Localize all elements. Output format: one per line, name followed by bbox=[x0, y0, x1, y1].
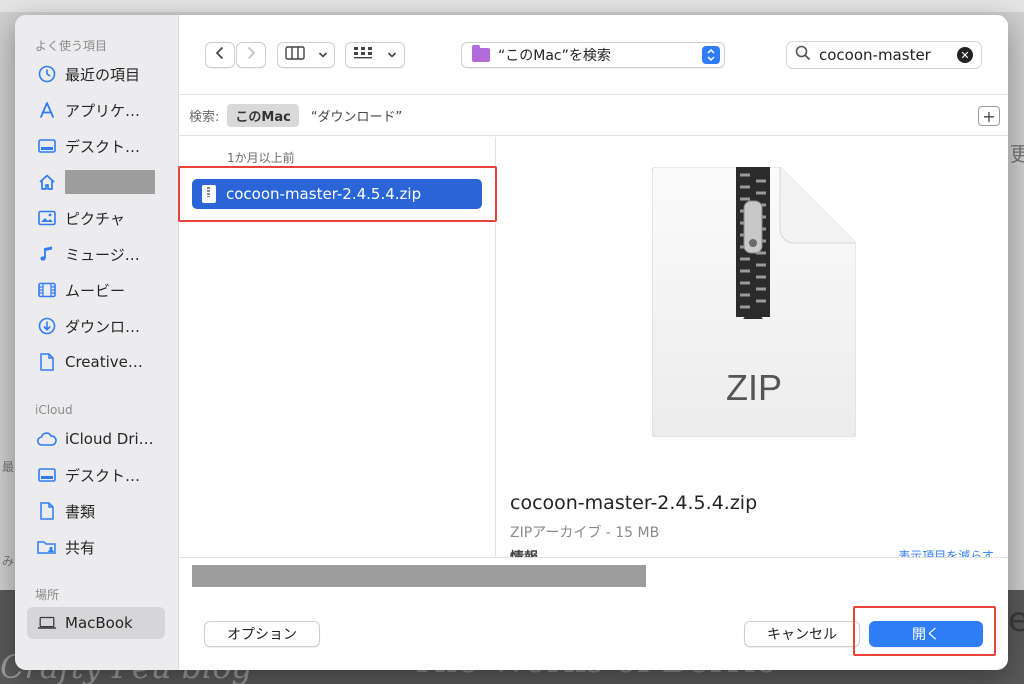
redacted-username bbox=[65, 170, 155, 194]
home-icon bbox=[37, 172, 57, 192]
sidebar-item-applications[interactable]: アプリケ… bbox=[27, 94, 165, 126]
sidebar-item-music[interactable]: ミュージ… bbox=[27, 238, 165, 270]
cloud-icon bbox=[37, 429, 57, 449]
chevron-left-icon bbox=[215, 46, 225, 64]
sidebar-item-label: MacBook bbox=[65, 614, 133, 632]
sidebar-item-documents[interactable]: 書類 bbox=[27, 495, 165, 527]
document-icon bbox=[37, 352, 57, 372]
forward-button[interactable] bbox=[236, 42, 266, 68]
clock-icon bbox=[37, 64, 57, 84]
location-popup[interactable]: “このMac”を検索 bbox=[461, 42, 725, 68]
sidebar-section-favorites: よく使う項目 bbox=[35, 39, 108, 53]
path-divider bbox=[179, 557, 1008, 558]
preview-info-heading: 情報 bbox=[510, 547, 538, 557]
columns-view-icon bbox=[284, 46, 305, 64]
zip-icon-label: ZIP bbox=[725, 367, 782, 408]
sidebar-item-label: デスクト… bbox=[65, 466, 141, 485]
apps-icon bbox=[37, 100, 57, 120]
background-fragment: 更 bbox=[1010, 142, 1024, 166]
results-group-header: 1か月以上前 bbox=[227, 151, 295, 165]
preview-file-kind: ZIPアーカイブ - 15 MB bbox=[510, 525, 660, 541]
sidebar-item-recents[interactable]: 最近の項目 bbox=[27, 58, 165, 90]
scope-label: 検索: bbox=[189, 110, 220, 125]
cancel-button[interactable]: キャンセル bbox=[744, 621, 860, 647]
chevron-right-icon bbox=[246, 46, 256, 64]
smart-folder-icon bbox=[472, 45, 490, 62]
scope-downloads[interactable]: “ダウンロード” bbox=[311, 106, 402, 125]
zip-archive-icon: ZIP bbox=[651, 166, 857, 438]
shared-folder-icon bbox=[37, 537, 57, 557]
desktop-icon bbox=[37, 465, 57, 485]
redacted-path-bar bbox=[192, 565, 646, 587]
sidebar-item-desktop[interactable]: デスクト… bbox=[27, 130, 165, 162]
sidebar-item-label: Creative… bbox=[65, 353, 143, 371]
movies-icon bbox=[37, 280, 57, 300]
sidebar-item-icloud-drive[interactable]: iCloud Dri… bbox=[27, 423, 165, 455]
sidebar-item-label: 最近の項目 bbox=[65, 65, 141, 84]
sidebar-item-home[interactable] bbox=[27, 166, 165, 198]
sidebar-item-pictures[interactable]: ピクチャ bbox=[27, 202, 165, 234]
sidebar-item-label: ミュージ… bbox=[65, 245, 140, 264]
sidebar-section-locations: 場所 bbox=[35, 588, 60, 602]
clear-search-icon[interactable]: ✕ bbox=[957, 47, 973, 63]
sidebar-section-icloud: iCloud bbox=[35, 403, 73, 417]
desktop-icon bbox=[37, 136, 57, 156]
highlight-open-button bbox=[853, 606, 996, 656]
sidebar-item-label: ムービー bbox=[65, 281, 126, 300]
document-icon bbox=[37, 501, 57, 521]
preview-file-name: cocoon-master-2.4.5.4.zip bbox=[510, 492, 758, 514]
highlight-selected-file bbox=[178, 166, 497, 222]
sidebar-item-label: iCloud Dri… bbox=[65, 430, 154, 448]
background-fragment: み bbox=[2, 554, 15, 568]
sidebar-item-label: ピクチャ bbox=[65, 209, 125, 228]
background-fragment: e bbox=[1008, 600, 1024, 640]
sidebar-item-label: デスクト… bbox=[65, 137, 141, 156]
group-button[interactable] bbox=[345, 42, 405, 68]
background-fragment: 最 bbox=[2, 460, 15, 474]
background-topbar bbox=[0, 0, 1024, 12]
search-scope-bar: 検索: このMac “ダウンロード” + bbox=[179, 96, 1008, 136]
sidebar-item-downloads[interactable]: ダウンロ… bbox=[27, 310, 165, 342]
sidebar: よく使う項目 最近の項目 アプリケ… デスクト… ピクチャ ミュージ… ムービー… bbox=[15, 15, 179, 670]
grid-icon bbox=[353, 46, 373, 64]
stepper-arrows-icon bbox=[702, 46, 720, 64]
search-field[interactable]: cocoon-master ✕ bbox=[786, 41, 982, 69]
sidebar-item-icloud-desktop[interactable]: デスクト… bbox=[27, 459, 165, 491]
sidebar-item-label: アプリケ… bbox=[65, 101, 141, 120]
location-label: “このMac”を検索 bbox=[498, 48, 611, 64]
sidebar-item-label: 共有 bbox=[65, 538, 96, 557]
laptop-icon bbox=[37, 613, 57, 633]
search-input[interactable]: cocoon-master bbox=[819, 46, 931, 64]
open-file-dialog: よく使う項目 最近の項目 アプリケ… デスクト… ピクチャ ミュージ… ムービー… bbox=[15, 15, 1008, 670]
sidebar-item-macbook[interactable]: MacBook bbox=[27, 607, 165, 639]
download-icon bbox=[37, 316, 57, 336]
pictures-icon bbox=[37, 208, 57, 228]
toolbar: “このMac”を検索 cocoon-master ✕ bbox=[179, 15, 1008, 95]
plus-icon: + bbox=[982, 106, 996, 126]
view-mode-button[interactable] bbox=[277, 42, 335, 68]
chevron-down-icon bbox=[387, 47, 397, 63]
sidebar-item-movies[interactable]: ムービー bbox=[27, 274, 165, 306]
scope-this-mac[interactable]: このMac bbox=[227, 104, 299, 127]
add-criteria-button[interactable]: + bbox=[978, 106, 1000, 126]
sidebar-item-label: 書類 bbox=[65, 502, 96, 521]
search-icon bbox=[795, 45, 813, 65]
music-icon bbox=[37, 244, 57, 264]
chevron-down-icon bbox=[318, 47, 328, 63]
show-less-link[interactable]: 表示項目を減らす bbox=[898, 547, 994, 557]
sidebar-item-shared[interactable]: 共有 bbox=[27, 531, 165, 563]
sidebar-item-creative[interactable]: Creative… bbox=[27, 346, 165, 378]
preview-pane: ZIP cocoon-master-2.4.5.4.zip ZIPアーカイブ -… bbox=[497, 137, 1008, 557]
sidebar-item-label: ダウンロ… bbox=[65, 317, 141, 336]
options-button[interactable]: オプション bbox=[204, 621, 320, 647]
back-button[interactable] bbox=[205, 42, 235, 68]
